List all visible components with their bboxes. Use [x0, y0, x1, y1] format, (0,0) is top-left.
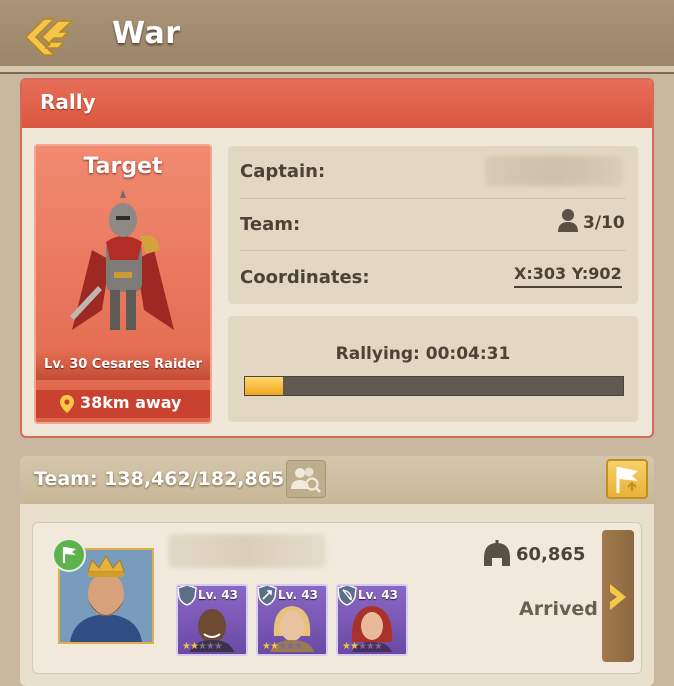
rallying-timer: Rallying: 00:04:31 — [335, 344, 511, 364]
hero-level: Lv. 43 — [198, 588, 238, 602]
rallying-status-box — [228, 316, 638, 422]
hero-stars: ★★★★★ — [262, 641, 303, 652]
hero-stars: ★★★★★ — [182, 641, 223, 652]
rally-progress-fill — [245, 377, 283, 395]
hero-card-2[interactable]: Lv. 43 ★★★★★ — [256, 584, 328, 656]
rally-header — [22, 80, 652, 128]
helmet-power-icon — [480, 540, 514, 570]
hero-level: Lv. 43 — [358, 588, 398, 602]
team-power-label: Team: 138,462/182,865 — [34, 468, 285, 490]
page-title: War — [112, 16, 181, 51]
shield-icon — [178, 586, 197, 606]
captain-name-redacted — [485, 156, 623, 186]
leader-flag-icon — [52, 538, 86, 572]
team-label: Team: — [240, 214, 301, 235]
location-pin-icon — [60, 395, 74, 413]
coordinates-link[interactable]: X:303 Y:902 — [514, 264, 622, 288]
target-heading: Target — [83, 154, 163, 179]
flag-up-icon — [616, 467, 638, 493]
hero-level: Lv. 43 — [278, 588, 318, 602]
knight-figure-icon — [70, 190, 174, 330]
target-portrait — [62, 190, 184, 338]
member-name-redacted — [168, 534, 326, 568]
rally-title: Rally — [40, 90, 96, 114]
back-button[interactable] — [20, 10, 78, 64]
member-status: Arrived — [519, 598, 598, 620]
hero-stars: ★★★★★ — [342, 641, 383, 652]
team-flag-button[interactable] — [606, 459, 648, 499]
hero-card-1[interactable]: Lv. 43 ★★★★★ — [176, 584, 248, 656]
member-power: 60,865 — [516, 544, 586, 565]
target-distance: 38km away — [80, 393, 182, 412]
group-search-icon — [291, 467, 321, 493]
arrow-icon — [258, 586, 277, 606]
top-bar — [0, 0, 674, 74]
back-logo-icon — [24, 18, 74, 56]
person-icon — [558, 208, 578, 232]
rally-progress-track — [244, 376, 624, 396]
team-count: 3/10 — [583, 213, 625, 233]
bow-icon — [338, 586, 357, 606]
chevron-right-icon — [606, 582, 630, 612]
hero-card-3[interactable]: Lv. 43 ★★★★★ — [336, 584, 408, 656]
team-search-button[interactable] — [286, 460, 326, 498]
top-bar-divider — [0, 66, 674, 72]
captain-label: Captain: — [240, 161, 326, 182]
info-divider — [240, 198, 626, 199]
target-name: Lv. 30 Cesares Raider — [44, 357, 202, 372]
info-divider — [240, 250, 626, 251]
coordinates-label: Coordinates: — [240, 267, 370, 288]
